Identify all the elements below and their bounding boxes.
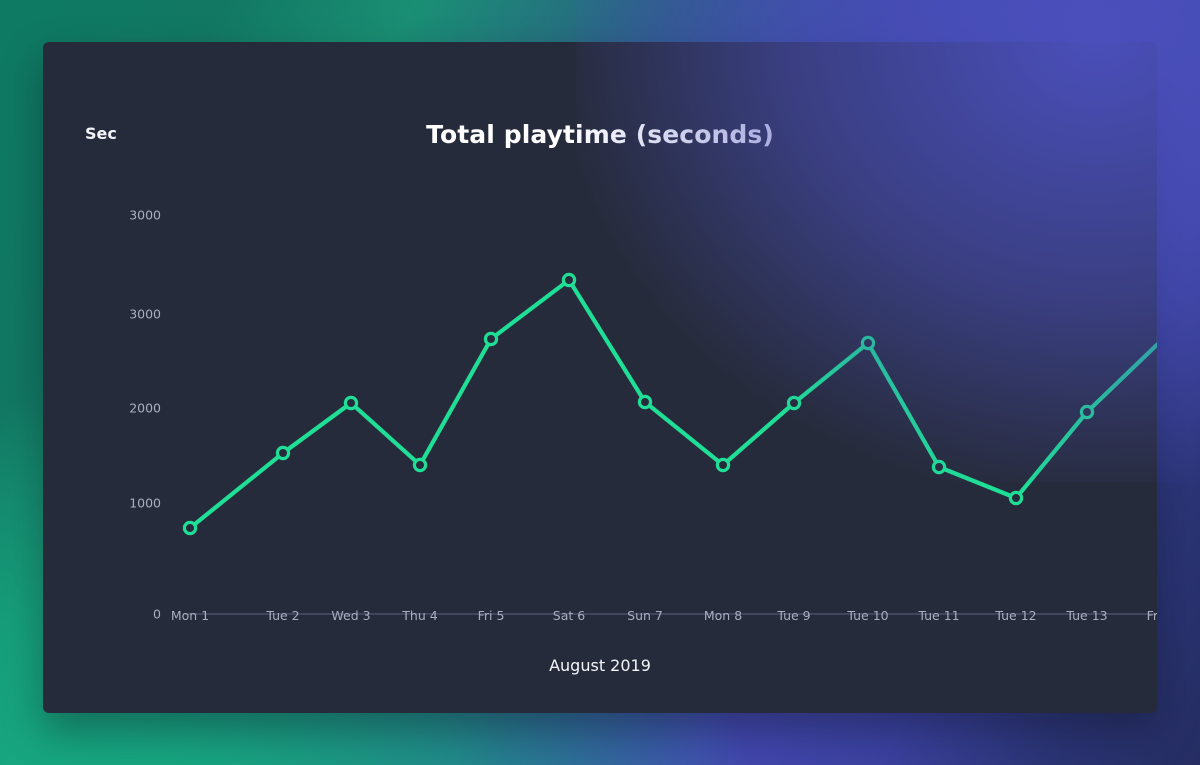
y-axis-tick-label: 2000 [129,400,161,416]
data-point-marker[interactable] [483,331,499,347]
x-axis-tick-label: Fri 5 [477,608,505,623]
line-chart-plot: 3000 3000 2000 1000 0 Mon 1 Tue 2 Wed 3 Thu 4 Fr… [43,42,1157,713]
y-axis-tick-label: 3000 [129,207,161,223]
y-axis-tick-label: 1000 [129,495,161,511]
data-point-marker[interactable] [637,394,653,410]
data-point-marker[interactable] [343,395,359,411]
data-point-marker[interactable] [786,395,802,411]
x-axis-caption: August 2019 [549,656,651,675]
data-point-marker[interactable] [182,520,198,536]
data-point-marker[interactable] [860,335,876,351]
series-markers [182,272,1157,536]
x-axis-tick-label: Sun 7 [627,608,663,623]
page-background: Total playtime (seconds) Sec 3000 3000 200… [0,0,1200,765]
data-point-marker[interactable] [715,457,731,473]
series-line [187,277,1157,531]
data-point-marker[interactable] [1008,490,1024,506]
x-axis-tick-label: Mon 1 [170,608,210,623]
y-axis-tick-label: 3000 [129,306,161,322]
data-point-marker[interactable] [1079,404,1095,420]
data-point-marker[interactable] [412,457,428,473]
chart-card: Total playtime (seconds) Sec 3000 3000 200… [43,42,1157,713]
data-point-marker[interactable] [931,459,947,475]
data-point-marker[interactable] [275,445,291,461]
data-point-marker[interactable] [561,272,577,288]
x-axis-tick-label: Fri 14 [1146,608,1157,623]
